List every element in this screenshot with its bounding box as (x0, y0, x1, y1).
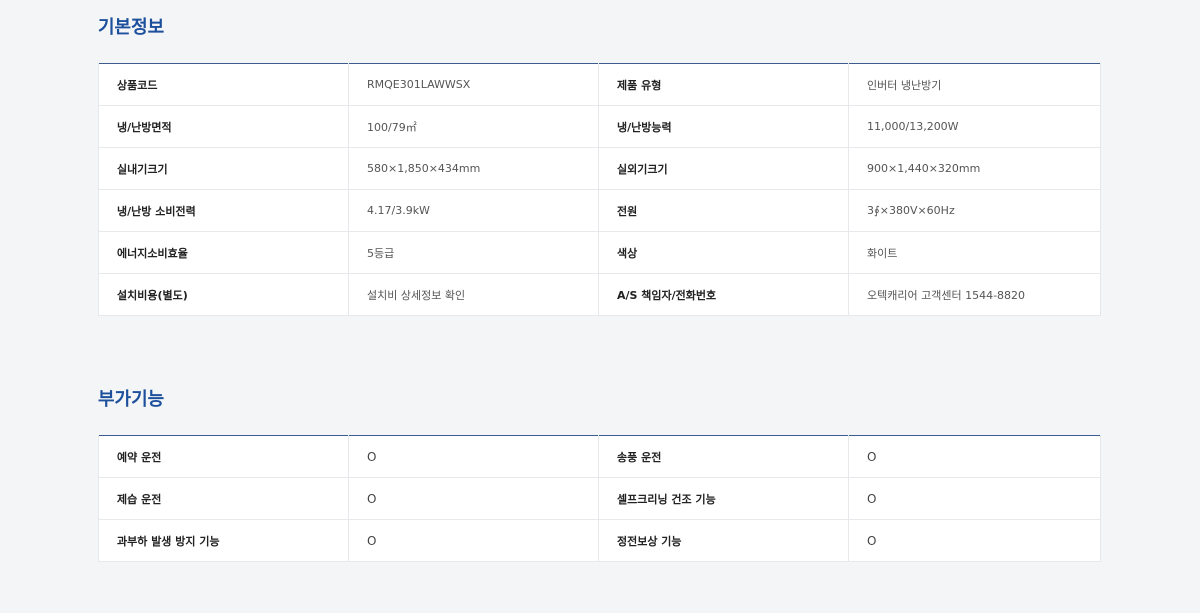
spec-value: O (348, 519, 599, 562)
spec-value: 900×1,440×320mm (848, 147, 1101, 190)
spec-label: 에너지소비효율 (98, 231, 349, 274)
spec-label: 상품코드 (98, 63, 349, 106)
spec-label: 과부하 발생 방지 기능 (98, 519, 349, 562)
table-row: 실내기크기 580×1,850×434mm 실외기크기 900×1,440×320mm (98, 147, 1101, 190)
spec-label: 실내기크기 (98, 147, 349, 190)
spec-value: O (848, 519, 1101, 562)
table-row: 과부하 발생 방지 기능 O 정전보상 기능 O (98, 519, 1101, 562)
spec-value: 11,000/13,200W (848, 105, 1101, 148)
spec-value: 3∮×380V×60Hz (848, 189, 1101, 232)
spec-value: RMQE301LAWWSX (348, 63, 599, 106)
basic-info-title: 기본정보 (98, 17, 165, 38)
spec-value: 4.17/3.9kW (348, 189, 599, 232)
spec-label: 송풍 운전 (598, 435, 849, 478)
table-row: 에너지소비효율 5등급 색상 화이트 (98, 231, 1101, 274)
basic-info-table: 상품코드 RMQE301LAWWSX 제품 유형 인버터 냉난방기 냉/난방면적 100/… (98, 63, 1101, 316)
spec-label: A/S 책임자/전화번호 (598, 273, 849, 316)
spec-label: 색상 (598, 231, 849, 274)
spec-value: O (848, 435, 1101, 478)
spec-value: 100/79㎡ (348, 105, 599, 148)
spec-value: 설치비 상세정보 확인 (348, 273, 599, 316)
spec-value: O (848, 477, 1101, 520)
spec-value: 오텍캐리어 고객센터 1544-8820 (848, 273, 1101, 316)
spec-label: 정전보상 기능 (598, 519, 849, 562)
spec-label: 냉/난방면적 (98, 105, 349, 148)
spec-value: O (348, 435, 599, 478)
spec-value: 화이트 (848, 231, 1101, 274)
spec-label: 실외기크기 (598, 147, 849, 190)
table-row: 냉/난방면적 100/79㎡ 냉/난방능력 11,000/13,200W (98, 105, 1101, 148)
spec-label: 전원 (598, 189, 849, 232)
additional-features-title: 부가기능 (98, 389, 165, 410)
additional-features-table: 예약 운전 O 송풍 운전 O 제습 운전 O 셀프크리닝 건조 기능 O 과부하 발생 방지 … (98, 435, 1101, 562)
spec-value: 5등급 (348, 231, 599, 274)
spec-label: 냉/난방능력 (598, 105, 849, 148)
table-row: 냉/난방 소비전력 4.17/3.9kW 전원 3∮×380V×60Hz (98, 189, 1101, 232)
spec-value: 인버터 냉난방기 (848, 63, 1101, 106)
spec-value: 580×1,850×434mm (348, 147, 599, 190)
spec-label: 제품 유형 (598, 63, 849, 106)
spec-label: 셀프크리닝 건조 기능 (598, 477, 849, 520)
table-row: 예약 운전 O 송풍 운전 O (98, 435, 1101, 478)
spec-label: 냉/난방 소비전력 (98, 189, 349, 232)
spec-label: 예약 운전 (98, 435, 349, 478)
spec-label: 설치비용(별도) (98, 273, 349, 316)
table-row: 상품코드 RMQE301LAWWSX 제품 유형 인버터 냉난방기 (98, 63, 1101, 106)
spec-value: O (348, 477, 599, 520)
spec-label: 제습 운전 (98, 477, 349, 520)
table-row: 제습 운전 O 셀프크리닝 건조 기능 O (98, 477, 1101, 520)
table-row: 설치비용(별도) 설치비 상세정보 확인 A/S 책임자/전화번호 오텍캐리어 고객센… (98, 273, 1101, 316)
